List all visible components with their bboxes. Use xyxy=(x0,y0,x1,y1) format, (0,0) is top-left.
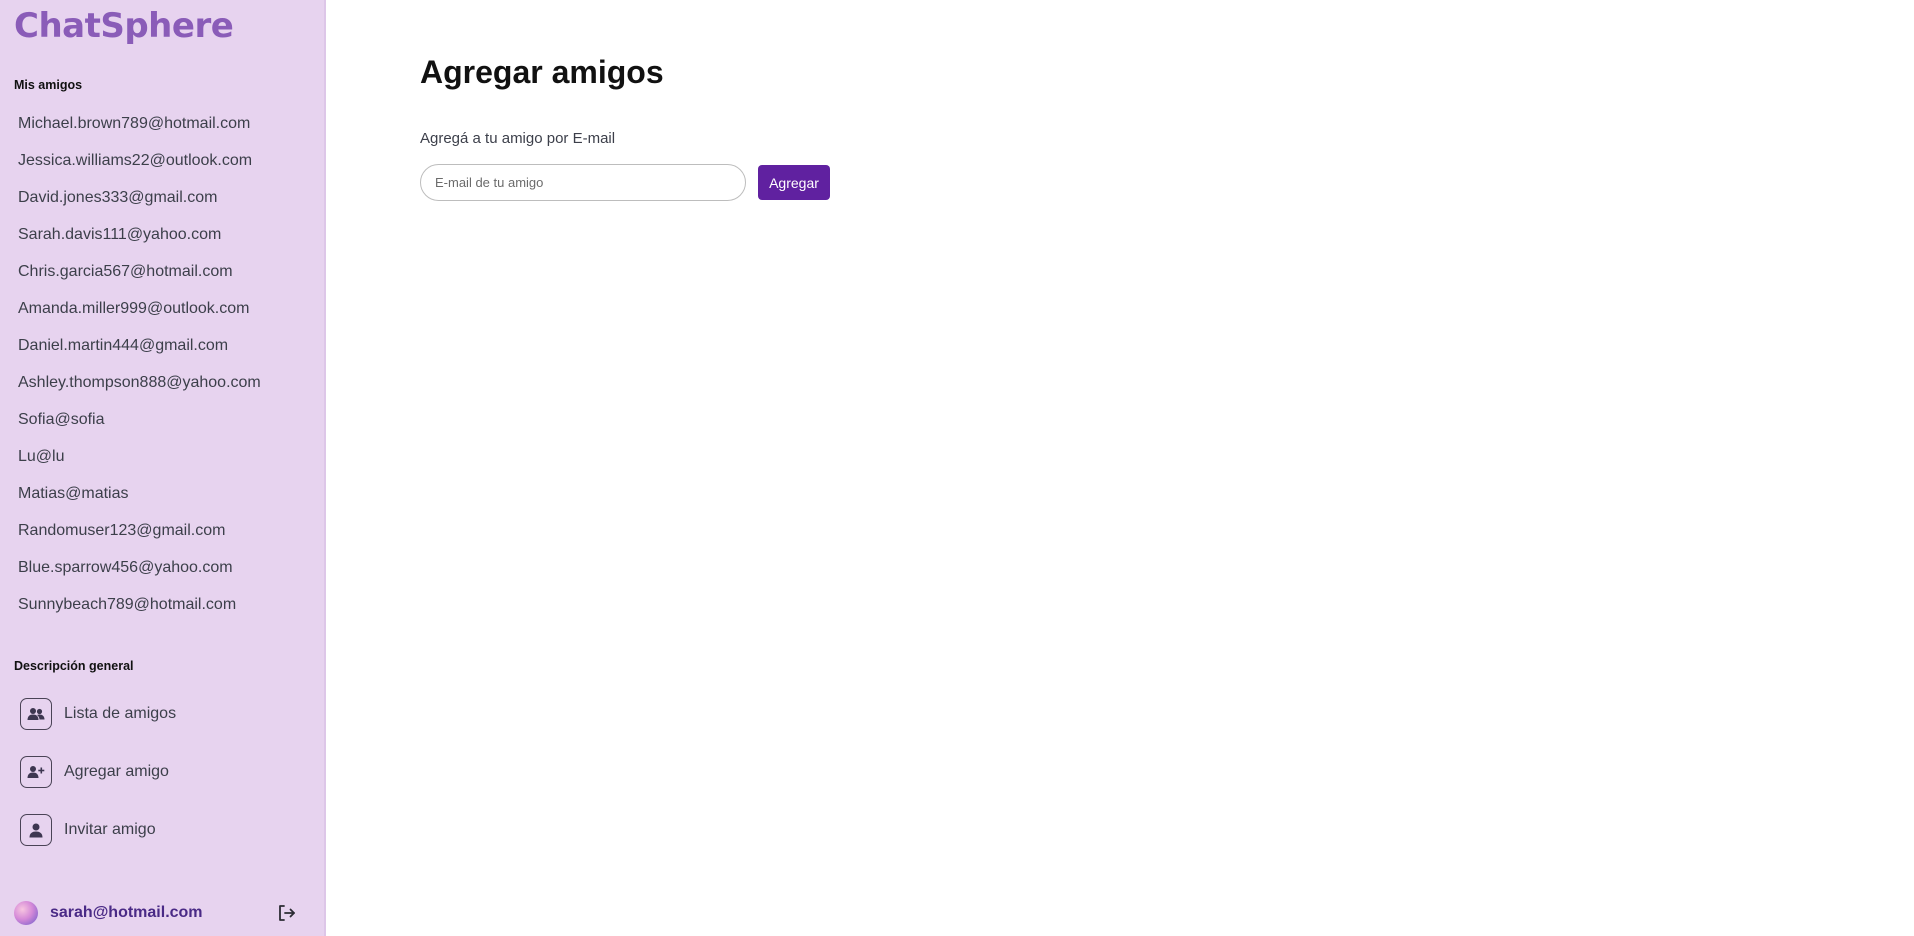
nav-item-invite-friend[interactable]: Invitar amigo xyxy=(20,801,310,859)
add-friend-instruction: Agregá a tu amigo por E-mail xyxy=(420,130,616,147)
user-email: sarah@hotmail.com xyxy=(50,904,203,921)
friend-item[interactable]: Sunnybeach789@hotmail.com xyxy=(18,592,318,629)
users-icon xyxy=(20,698,52,730)
friend-item[interactable]: Randomuser123@gmail.com xyxy=(18,518,318,555)
friend-item[interactable]: Matias@matias xyxy=(18,481,318,518)
friend-item[interactable]: Sarah.davis111@yahoo.com xyxy=(18,222,318,259)
app-logo[interactable]: ChatSphere xyxy=(14,6,234,46)
friend-item[interactable]: David.jones333@gmail.com xyxy=(18,185,318,222)
friend-item[interactable]: Amanda.miller999@outlook.com xyxy=(18,296,318,333)
user-icon xyxy=(20,814,52,846)
friend-item[interactable]: Michael.brown789@hotmail.com xyxy=(18,111,318,148)
user-bar: sarah@hotmail.com xyxy=(14,900,295,926)
page-title: Agregar amigos xyxy=(420,54,664,90)
friend-item[interactable]: Sofia@sofia xyxy=(18,407,318,444)
friend-item[interactable]: Lu@lu xyxy=(18,444,318,481)
overview-nav: Lista de amigos Agregar amigo Invitar am… xyxy=(20,685,310,859)
nav-item-add-friend[interactable]: Agregar amigo xyxy=(20,743,310,801)
friend-item[interactable]: Chris.garcia567@hotmail.com xyxy=(18,259,318,296)
nav-item-label: Lista de amigos xyxy=(64,705,177,722)
friend-item[interactable]: Blue.sparrow456@yahoo.com xyxy=(18,555,318,592)
friends-heading: Mis amigos xyxy=(14,78,83,92)
add-friend-button[interactable]: Agregar xyxy=(758,165,830,200)
nav-item-label: Invitar amigo xyxy=(64,821,156,838)
logout-icon[interactable] xyxy=(274,901,298,925)
friends-list: Michael.brown789@hotmail.com Jessica.wil… xyxy=(18,111,318,629)
nav-item-label: Agregar amigo xyxy=(64,763,169,780)
overview-heading: Descripción general xyxy=(14,659,134,673)
friend-item[interactable]: Jessica.williams22@outlook.com xyxy=(18,148,318,185)
friend-item[interactable]: Ashley.thompson888@yahoo.com xyxy=(18,370,318,407)
sidebar: ChatSphere Mis amigos Michael.brown789@h… xyxy=(0,0,326,936)
avatar xyxy=(14,901,38,925)
nav-item-friends-list[interactable]: Lista de amigos xyxy=(20,685,310,743)
user-plus-icon xyxy=(20,756,52,788)
friend-item[interactable]: Daniel.martin444@gmail.com xyxy=(18,333,318,370)
friend-email-input[interactable] xyxy=(420,164,746,201)
